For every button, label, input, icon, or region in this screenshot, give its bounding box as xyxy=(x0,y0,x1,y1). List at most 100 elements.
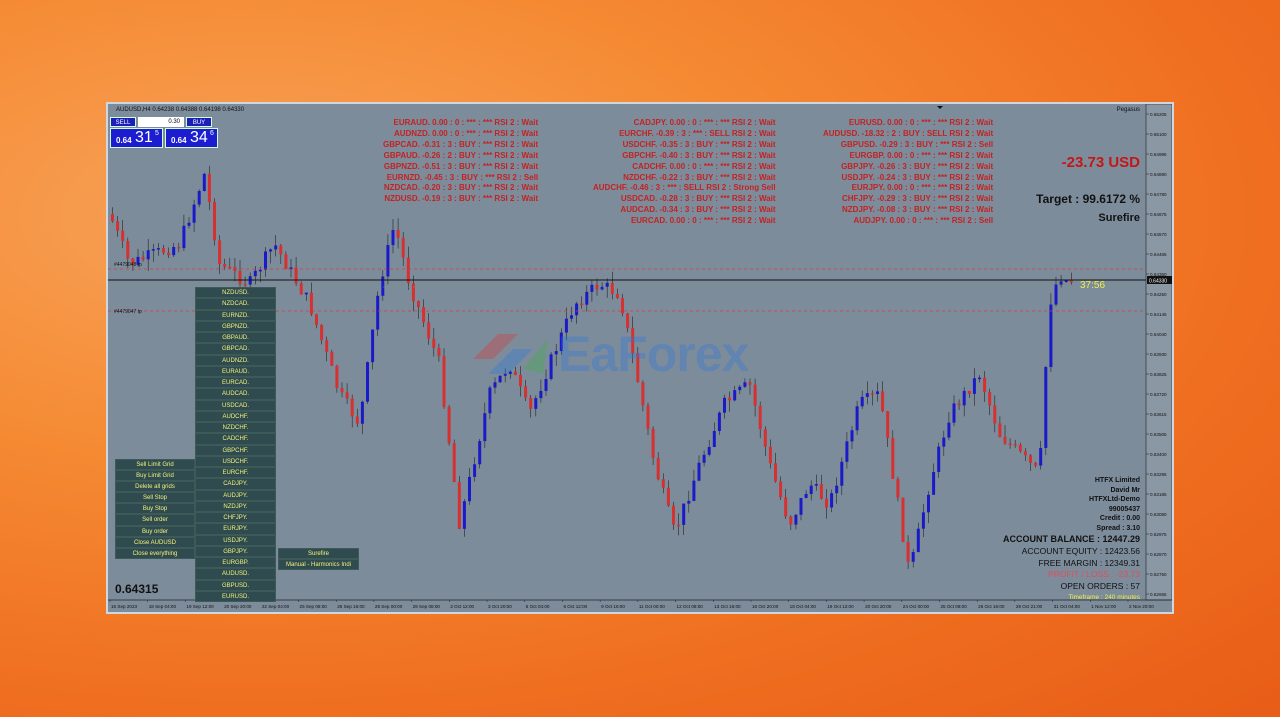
pair-button[interactable]: EURNZD. xyxy=(195,309,276,321)
signal-row: AUDJPY. 0.00 : 0 : *** : *** RSI 2 : Sel… xyxy=(853,216,994,226)
signal-row: CADJPY. 0.00 : 0 : *** : *** RSI 2 : Wai… xyxy=(633,118,776,127)
pair-button[interactable]: NZDCAD. xyxy=(195,298,276,310)
signal-row: AUDNZD. 0.00 : 0 : *** : *** RSI 2 : Wai… xyxy=(393,128,539,138)
lot-size-input[interactable]: 0.30 xyxy=(138,117,184,127)
pair-button[interactable]: USDCAD. xyxy=(195,399,276,411)
candle-body xyxy=(615,293,619,299)
pair-button[interactable]: EURUSD. xyxy=(195,590,276,602)
sell-button[interactable]: SELL xyxy=(110,117,136,127)
candle-body xyxy=(411,283,415,302)
signal-row: GBPCHF. -0.40 : 3 : BUY : *** RSI 2 : Wa… xyxy=(622,150,776,160)
signal-row: NZDUSD. -0.19 : 3 : BUY : *** RSI 2 : Wa… xyxy=(384,194,539,204)
signal-row: GBPUSD. -0.29 : 3 : BUY : *** RSI 2 : Se… xyxy=(840,139,994,149)
pair-button[interactable]: GBPCHF. xyxy=(195,444,276,456)
price-tick-label: 0.64250 xyxy=(1150,292,1167,297)
action-button[interactable]: Delete all grids xyxy=(115,481,195,493)
price-tick-label: 0.63400 xyxy=(1150,452,1167,457)
pair-button[interactable]: GBPCAD. xyxy=(195,343,276,355)
strategy-button[interactable]: Manual - Harmonics Indi xyxy=(278,559,359,570)
pair-button[interactable]: AUDJPY. xyxy=(195,489,276,501)
pair-button[interactable]: GBPNZD. xyxy=(195,320,276,332)
candle-body xyxy=(952,403,956,423)
candle-body xyxy=(957,403,961,406)
buy-price-button[interactable]: 0.64 34 6 xyxy=(165,128,218,148)
pair-button[interactable]: NZDCHF. xyxy=(195,422,276,434)
pair-button[interactable]: GBPUSD. xyxy=(195,579,276,591)
pair-button[interactable]: AUDUSD. xyxy=(195,568,276,580)
action-button[interactable]: Close everything xyxy=(115,547,195,559)
buy-button[interactable]: BUY xyxy=(186,117,212,127)
pair-button[interactable]: USDJPY. xyxy=(195,534,276,546)
pair-button[interactable]: GBPAUD. xyxy=(195,332,276,344)
candle-body xyxy=(223,264,227,267)
candle-body xyxy=(207,173,211,203)
pair-button[interactable]: CHFJPY. xyxy=(195,512,276,524)
time-tick-label: 2 Oct 12:00 xyxy=(450,604,474,609)
candle-body xyxy=(473,464,477,477)
candle-body xyxy=(819,484,823,499)
sell-price-button[interactable]: 0.64 31 5 xyxy=(110,128,163,148)
candle-body xyxy=(1044,367,1048,448)
time-tick-label: 29 Sep 08:00 xyxy=(413,604,441,609)
candle-body xyxy=(911,552,915,562)
candle-body xyxy=(457,481,461,529)
price-tick-label: 0.62975 xyxy=(1150,532,1167,537)
time-tick-label: 29 Oct 21:00 xyxy=(1016,604,1043,609)
time-tick-label: 20 Sep 20:00 xyxy=(224,604,252,609)
candle-body xyxy=(825,498,828,508)
action-button[interactable]: Sell Limit Grid xyxy=(115,459,195,471)
candle-body xyxy=(850,430,854,442)
candle-body xyxy=(1003,437,1007,444)
pair-button[interactable]: CADCHF. xyxy=(195,433,276,445)
time-tick-label: 18 Oct 04:00 xyxy=(790,604,817,609)
pair-button[interactable]: USDCHF. xyxy=(195,455,276,467)
account-equity: ACCOUNT EQUITY : 12423.56 xyxy=(1021,546,1140,556)
candle-body xyxy=(585,291,589,305)
action-button[interactable]: Buy Limit Grid xyxy=(115,470,195,482)
time-tick-label: 19 Oct 12:00 xyxy=(827,604,854,609)
pair-button[interactable]: EURCAD. xyxy=(195,377,276,389)
action-button[interactable]: Buy order xyxy=(115,525,195,537)
pair-button[interactable]: AUDNZD. xyxy=(195,354,276,366)
candle-body xyxy=(661,479,665,488)
chart-window[interactable]: #4479048 tp #4479047 tp 0.64330 0.65205 0.65… xyxy=(106,102,1174,614)
pair-button[interactable]: EURAUD. xyxy=(195,365,276,377)
action-button-list: Sell Limit Grid Buy Limit Grid Delete all … xyxy=(115,459,195,559)
chart-title: AUDUSD,H4 0.64238 0.64388 0.64198 0.6433… xyxy=(116,107,245,113)
action-button[interactable]: Sell Stop xyxy=(115,492,195,504)
candle-body xyxy=(789,516,793,525)
pair-button[interactable]: AUDCAD. xyxy=(195,388,276,400)
candle-body xyxy=(1064,280,1068,282)
action-button[interactable]: Close AUDUSD xyxy=(115,536,195,548)
candle-body xyxy=(478,441,482,465)
candle-body xyxy=(972,378,976,394)
candle-body xyxy=(539,390,543,399)
pair-button[interactable]: CADJPY. xyxy=(195,478,276,490)
signal-row: EURUSD. 0.00 : 0 : *** : *** RSI 2 : Wai… xyxy=(848,118,994,127)
price-tick-label: 0.63185 xyxy=(1150,492,1167,497)
pair-button[interactable]: NZDJPY. xyxy=(195,500,276,512)
pair-button[interactable]: NZDUSD. xyxy=(195,287,276,299)
eaforex-logo-icon xyxy=(473,334,548,374)
pair-button[interactable]: AUDCHF. xyxy=(195,410,276,422)
action-button[interactable]: Buy Stop xyxy=(115,503,195,515)
candle-body xyxy=(121,230,125,242)
strategy-button-list: Surefire Manual - Harmonics Indi xyxy=(278,548,359,570)
candle-body xyxy=(942,437,946,447)
pair-button[interactable]: EURGBP. xyxy=(195,557,276,569)
candle-body xyxy=(876,391,879,395)
candle-body xyxy=(350,398,354,417)
pair-button[interactable]: GBPJPY. xyxy=(195,545,276,557)
candle-body xyxy=(422,307,426,323)
candle-body xyxy=(391,229,395,246)
pair-button[interactable]: EURJPY. xyxy=(195,523,276,535)
action-button[interactable]: Sell order xyxy=(115,514,195,526)
signal-row: NZDJPY. -0.08 : 3 : BUY : *** RSI 2 : Wa… xyxy=(841,205,994,215)
candle-body xyxy=(932,471,936,495)
candle-body xyxy=(580,303,584,306)
time-tick-label: 9 Oct 16:00 xyxy=(601,604,625,609)
pair-button[interactable]: EURCHF. xyxy=(195,467,276,479)
candle-body xyxy=(172,246,176,256)
strategy-button[interactable]: Surefire xyxy=(278,548,359,559)
candle-body xyxy=(1059,281,1063,285)
